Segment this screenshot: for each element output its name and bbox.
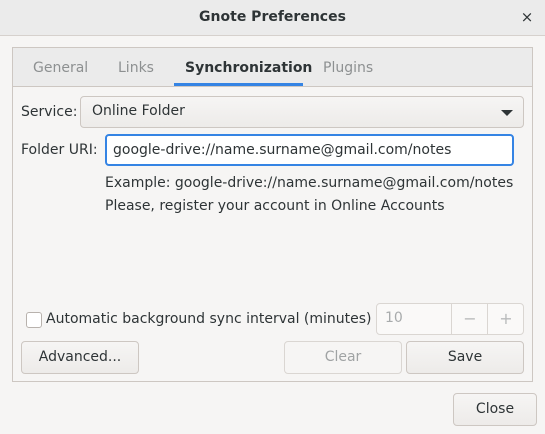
decrement-icon[interactable]: − <box>451 304 488 334</box>
auto-sync-label: Automatic background sync interval (minu… <box>46 311 372 327</box>
clear-button[interactable]: Clear <box>284 341 402 374</box>
preferences-notebook: General Links Synchronization Plugins Se… <box>12 47 533 382</box>
dropdown-arrow-icon <box>501 110 513 116</box>
close-icon[interactable]: × <box>517 7 537 27</box>
tab-general[interactable]: General <box>33 60 88 76</box>
folder-uri-label: Folder URI: <box>21 142 98 158</box>
service-dropdown[interactable]: Online Folder <box>80 96 524 128</box>
save-button[interactable]: Save <box>406 341 524 374</box>
close-button[interactable]: Close <box>453 393 537 426</box>
service-value: Online Folder <box>92 103 185 119</box>
auto-sync-checkbox[interactable] <box>26 312 42 328</box>
window-title: Gnote Preferences <box>199 9 346 25</box>
title-bar: Gnote Preferences × <box>0 0 545 36</box>
advanced-button[interactable]: Advanced... <box>21 341 139 374</box>
example-text: Example: google-drive://name.surname@gma… <box>105 175 514 191</box>
tab-links[interactable]: Links <box>118 60 154 76</box>
increment-icon[interactable]: + <box>487 304 524 334</box>
folder-uri-field[interactable] <box>105 134 514 166</box>
tab-bar: General Links Synchronization Plugins <box>13 48 532 87</box>
active-tab-indicator <box>174 83 303 86</box>
service-label: Service: <box>21 104 78 120</box>
tab-synchronization[interactable]: Synchronization <box>185 60 312 76</box>
sync-interval-value[interactable]: 10 <box>385 310 403 326</box>
folder-uri-input[interactable] <box>113 140 503 160</box>
tab-plugins[interactable]: Plugins <box>323 60 373 76</box>
sync-interval-spinner: 10 − + <box>376 303 524 335</box>
register-text: Please, register your account in Online … <box>105 198 445 214</box>
